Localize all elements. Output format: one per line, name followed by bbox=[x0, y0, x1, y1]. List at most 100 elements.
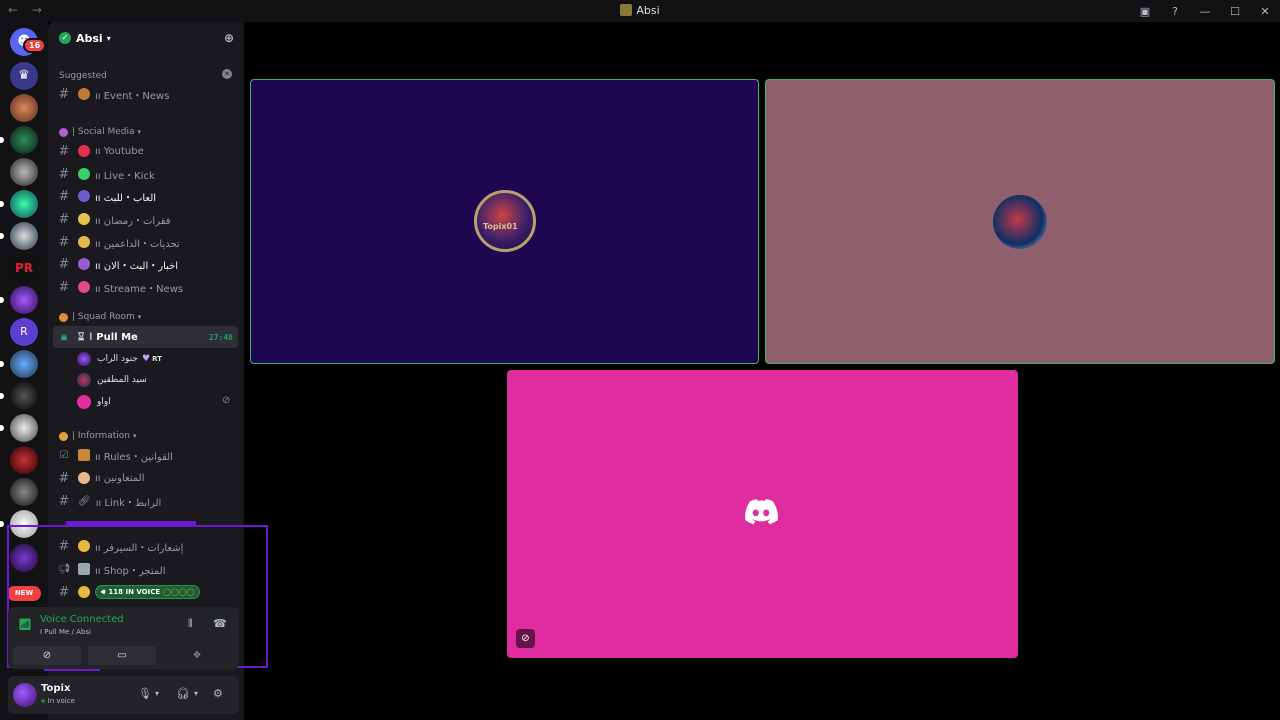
server-icon[interactable] bbox=[10, 446, 38, 474]
unread-indicator bbox=[0, 201, 4, 207]
channel-label: Pull Me bbox=[96, 331, 138, 343]
voice-member[interactable]: جنود الراب ♥ RT bbox=[77, 349, 162, 369]
settings-gear-icon[interactable]: ⚙ bbox=[213, 687, 223, 700]
category-label: | Information bbox=[72, 431, 130, 441]
close-suggested-icon[interactable]: ✕ bbox=[222, 69, 232, 79]
server-icon[interactable] bbox=[10, 94, 38, 122]
user-avatar[interactable] bbox=[13, 683, 37, 707]
microphone-icon[interactable]: 🎙︎ bbox=[138, 687, 152, 700]
server-icon[interactable] bbox=[10, 126, 38, 154]
emoji-icon bbox=[78, 88, 90, 100]
channel-challenges[interactable]: # ıı تحديات・الداعمين bbox=[53, 231, 238, 253]
server-icon[interactable] bbox=[10, 190, 38, 218]
server-icon[interactable] bbox=[10, 382, 38, 410]
avatar-caption: Topix01 bbox=[483, 222, 518, 231]
server-icon[interactable] bbox=[10, 222, 38, 250]
voice-channel-pull-me[interactable]: 🔒︎ ⌛︎ ꓲ Pull Me 27:48 bbox=[53, 326, 238, 348]
voice-member[interactable]: سيد المطقين bbox=[77, 370, 147, 390]
noise-suppression-icon[interactable]: ⫴ bbox=[188, 617, 193, 631]
chevron-down-icon[interactable]: ▾ bbox=[194, 689, 198, 698]
gamepad-icon bbox=[78, 190, 90, 202]
unread-indicator bbox=[0, 137, 4, 143]
server-icon[interactable]: R bbox=[10, 318, 38, 346]
notification-badge: 16 bbox=[23, 38, 47, 53]
unread-indicator bbox=[0, 233, 4, 239]
emoji-icon bbox=[78, 258, 90, 270]
voice-status[interactable]: Voice Connected bbox=[40, 614, 124, 625]
channel-label: ıı Event・News bbox=[95, 90, 170, 102]
channel-news-live[interactable]: # ıı اخبار・البث・الان bbox=[53, 253, 238, 275]
avatar bbox=[77, 395, 91, 409]
channel-event-news[interactable]: # ıı Event・News bbox=[53, 83, 238, 105]
disconnect-icon[interactable]: ☎ bbox=[213, 617, 227, 630]
unread-indicator bbox=[0, 521, 4, 527]
hash-icon: # bbox=[58, 256, 70, 272]
pr-server-icon[interactable]: PR bbox=[10, 254, 38, 282]
voice-connection-panel: 📶︎ Voice Connected ꓲ Pull Me / Absi ⫴ ☎ … bbox=[8, 607, 239, 669]
crown-server-icon[interactable]: ♛ bbox=[10, 62, 38, 90]
emoji-icon bbox=[59, 431, 68, 441]
participant-avatar bbox=[993, 195, 1047, 249]
server-icon[interactable] bbox=[10, 286, 38, 314]
category-information[interactable]: | Information ▾ bbox=[59, 431, 137, 441]
window-title-area: Absi bbox=[0, 4, 1280, 17]
chevron-down-icon: ▾ bbox=[137, 313, 142, 321]
headphones-icon[interactable]: 🎧︎ bbox=[176, 687, 190, 700]
server-icon[interactable] bbox=[10, 158, 38, 186]
channel-label: ıı Youtube bbox=[95, 145, 144, 157]
server-icon[interactable] bbox=[10, 350, 38, 378]
category-label: | Squad Room bbox=[72, 312, 135, 322]
screen-share-button[interactable]: ▭ bbox=[88, 646, 156, 665]
activities-button[interactable]: ❖ bbox=[163, 646, 231, 665]
guild-header[interactable]: ✓ Absi ▾ ⊕ bbox=[48, 22, 244, 54]
maximize-button[interactable]: ☐ bbox=[1220, 5, 1250, 18]
user-status: 🔊︎ In voice bbox=[41, 697, 75, 706]
channel-youtube[interactable]: # ıı Youtube bbox=[53, 140, 238, 162]
channel-link[interactable]: # 🔗︎ ıı Link・الرابط bbox=[53, 490, 238, 512]
inbox-icon[interactable]: ▣ bbox=[1130, 5, 1160, 18]
muted-mic-icon: ⊘ bbox=[516, 629, 535, 648]
category-squad-room[interactable]: | Squad Room ▾ bbox=[59, 312, 141, 322]
channel-label: ıı المتعاونين bbox=[95, 472, 145, 484]
verified-icon: ✓ bbox=[59, 32, 71, 44]
voice-member[interactable]: اواو bbox=[77, 392, 111, 412]
voice-location[interactable]: ꓲ Pull Me / Absi bbox=[40, 628, 91, 636]
minimize-button[interactable]: — bbox=[1190, 5, 1220, 18]
heart-icon: ♥ bbox=[141, 354, 151, 364]
suggested-label: Suggested bbox=[59, 71, 107, 81]
channel-live-kick[interactable]: # ıı Live・Kick bbox=[53, 163, 238, 185]
window-title: Absi bbox=[636, 4, 660, 17]
video-tile-participant[interactable] bbox=[765, 79, 1275, 364]
close-button[interactable]: ✕ bbox=[1250, 5, 1280, 18]
chevron-down-icon: ▾ bbox=[133, 432, 137, 440]
member-tag: RT bbox=[152, 355, 162, 363]
user-name[interactable]: Topix bbox=[41, 683, 70, 694]
channel-label: ıı اخبار・البث・الان bbox=[95, 260, 179, 272]
member-name: جنود الراب bbox=[97, 354, 138, 364]
window-controls: ▣ ? — ☐ ✕ bbox=[1130, 0, 1280, 22]
camera-toggle-button[interactable]: ⊘ bbox=[13, 646, 81, 665]
link-icon: 🔗︎ bbox=[78, 495, 91, 507]
category-social-media[interactable]: | Social Media ▾ bbox=[59, 127, 141, 137]
voice-timer: 27:48 bbox=[208, 332, 233, 342]
channel-streame-news[interactable]: # ıı Streame・News bbox=[53, 276, 238, 298]
video-tile-topix[interactable]: Topix01 bbox=[250, 79, 759, 364]
chevron-down-icon[interactable]: ▾ bbox=[155, 689, 159, 698]
channel-label: ıı العاب・للبث bbox=[95, 192, 157, 204]
help-icon[interactable]: ? bbox=[1160, 5, 1190, 18]
hash-icon: # bbox=[58, 143, 70, 159]
invite-people-icon[interactable]: ⊕ bbox=[224, 31, 234, 45]
server-icon bbox=[620, 4, 633, 16]
channel-rules[interactable]: ☑ ıı Rules・القوانين bbox=[53, 444, 238, 466]
hash-icon: # bbox=[58, 470, 70, 486]
server-icon[interactable] bbox=[10, 478, 38, 506]
signal-icon: 📶︎ bbox=[18, 618, 32, 631]
emoji-icon bbox=[59, 127, 68, 137]
checkbox-icon: ☑ bbox=[59, 449, 69, 461]
video-tile-participant[interactable]: ⊘ bbox=[507, 370, 1018, 658]
hash-icon: # bbox=[58, 188, 70, 204]
server-icon[interactable] bbox=[10, 414, 38, 442]
channel-games[interactable]: # ıı العاب・للبث bbox=[53, 185, 238, 207]
channel-ramadan[interactable]: # ıı فقرات・رمضان bbox=[53, 208, 238, 230]
channel-partners[interactable]: # ıı المتعاونين bbox=[53, 467, 238, 489]
